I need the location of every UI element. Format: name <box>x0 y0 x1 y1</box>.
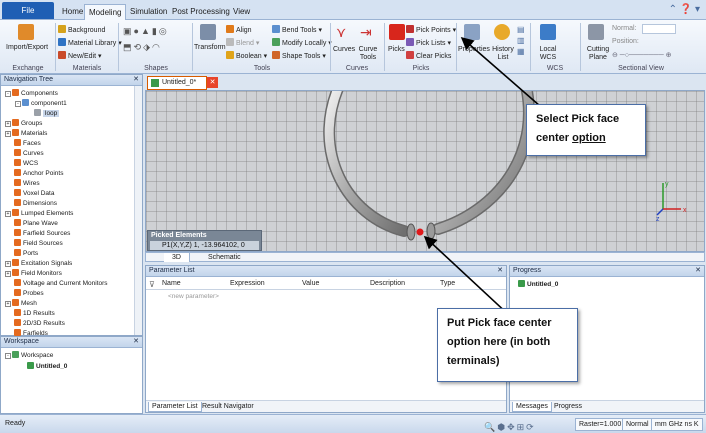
annotation-arrows <box>423 36 541 317</box>
select-pick-face-callout: Select Pick face center option <box>526 104 646 156</box>
normal-mode-field[interactable]: Normal <box>622 418 653 431</box>
status-bar: Ready 🔍⬢✥⊞⟳ Raster=1.000 Normal mm GHz n… <box>0 414 706 433</box>
select-icon[interactable]: ⬢ <box>497 422 507 432</box>
callout-text-line2: center option <box>536 129 636 148</box>
callout-text: option here (in both <box>447 336 551 348</box>
view-tools: 🔍⬢✥⊞⟳ <box>484 418 536 433</box>
callout-text: Put Pick face center <box>447 317 552 329</box>
callout-underlined-word: option <box>572 132 606 144</box>
pan-icon[interactable]: ✥ <box>507 422 517 432</box>
raster-field[interactable]: Raster=1.000 <box>575 418 626 431</box>
put-pick-face-callout: Put Pick face center option here (in bot… <box>437 308 578 382</box>
units-field[interactable]: mm GHz ns K <box>651 418 703 431</box>
fit-icon[interactable]: ⊞ <box>517 422 527 432</box>
callout-text: Select Pick face <box>536 113 620 125</box>
rotate-icon[interactable]: ⟳ <box>526 422 536 432</box>
zoom-icon[interactable]: 🔍 <box>484 422 497 432</box>
callout-word: center <box>536 132 570 144</box>
callout-text: terminals) <box>447 355 500 367</box>
status-text: Ready <box>5 420 26 427</box>
